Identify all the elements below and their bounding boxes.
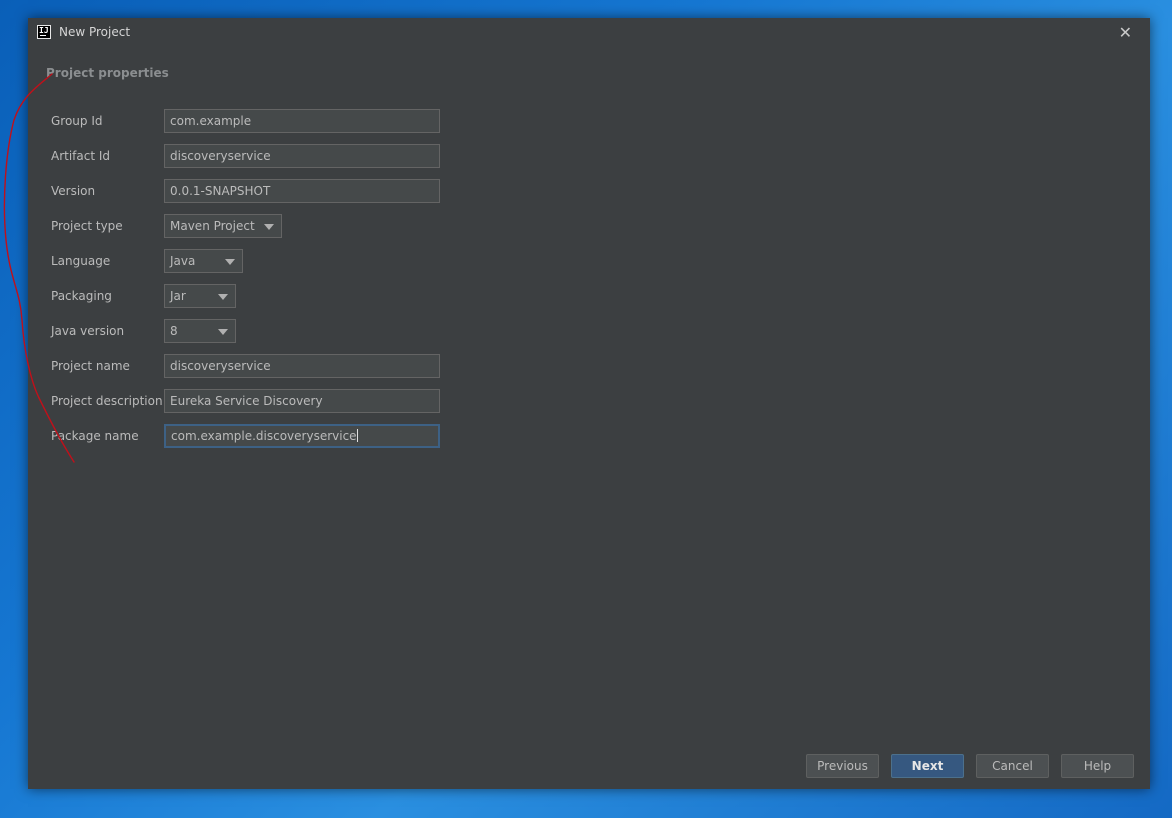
artifact-id-field[interactable]: discoveryservice	[164, 144, 440, 168]
package-name-label: Package name	[51, 429, 139, 443]
version-field[interactable]: 0.0.1-SNAPSHOT	[164, 179, 440, 203]
language-row: Language Java	[51, 249, 451, 273]
project-type-value: Maven Project	[170, 219, 255, 233]
next-button[interactable]: Next	[891, 754, 964, 778]
java-version-value: 8	[170, 324, 178, 338]
group-id-label: Group Id	[51, 114, 103, 128]
java-version-label: Java version	[51, 324, 125, 338]
project-description-label: Project description	[51, 394, 163, 408]
cancel-button[interactable]: Cancel	[976, 754, 1049, 778]
packaging-value: Jar	[170, 289, 186, 303]
artifact-id-row: Artifact Id discoveryservice	[51, 144, 451, 168]
artifact-id-label: Artifact Id	[51, 149, 111, 163]
package-name-row: Package name com.example.discoveryservic…	[51, 424, 451, 448]
project-type-select[interactable]: Maven Project	[164, 214, 282, 238]
language-label: Language	[51, 254, 111, 268]
previous-button[interactable]: Previous	[806, 754, 879, 778]
language-select[interactable]: Java	[164, 249, 243, 273]
section-title: Project properties	[46, 66, 169, 80]
window-title: New Project	[59, 25, 131, 39]
chevron-down-icon	[225, 259, 235, 265]
chevron-down-icon	[218, 294, 228, 300]
text-cursor	[356, 429, 358, 442]
group-id-field[interactable]: com.example	[164, 109, 440, 133]
packaging-row: Packaging Jar	[51, 284, 451, 308]
chevron-down-icon	[218, 329, 228, 335]
project-type-label: Project type	[51, 219, 123, 233]
project-name-field[interactable]: discoveryservice	[164, 354, 440, 378]
help-button[interactable]: Help	[1061, 754, 1134, 778]
language-value: Java	[170, 254, 196, 268]
version-row: Version 0.0.1-SNAPSHOT	[51, 179, 451, 203]
version-label: Version	[51, 184, 96, 198]
package-name-field[interactable]: com.example.discoveryservice	[164, 424, 440, 448]
packaging-select[interactable]: Jar	[164, 284, 236, 308]
project-type-row: Project type Maven Project	[51, 214, 451, 238]
group-id-row: Group Id com.example	[51, 109, 451, 133]
project-description-field[interactable]: Eureka Service Discovery	[164, 389, 440, 413]
project-name-label: Project name	[51, 359, 130, 373]
project-description-row: Project description Eureka Service Disco…	[51, 389, 451, 413]
new-project-dialog: IJ New Project ✕ Project properties Grou…	[28, 18, 1150, 789]
java-version-row: Java version 8	[51, 319, 451, 343]
packaging-label: Packaging	[51, 289, 112, 303]
chevron-down-icon	[264, 224, 274, 230]
package-name-value: com.example.discoveryservice	[171, 429, 357, 443]
title-bar: IJ New Project ✕	[28, 18, 1150, 48]
java-version-select[interactable]: 8	[164, 319, 236, 343]
close-icon[interactable]: ✕	[1119, 23, 1132, 42]
project-name-row: Project name discoveryservice	[51, 354, 451, 378]
intellij-icon: IJ	[37, 25, 51, 39]
